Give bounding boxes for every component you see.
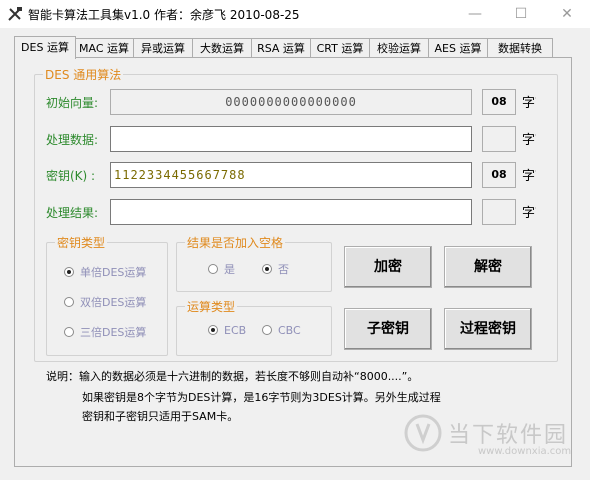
close-button[interactable]: ✕ xyxy=(544,0,590,28)
minimize-button[interactable]: — xyxy=(452,0,498,28)
radio-dot-icon xyxy=(64,267,74,277)
tab-rsa[interactable]: RSA 运算 xyxy=(251,38,311,58)
key-type-single-radio[interactable]: 单倍DES运算 xyxy=(64,264,146,280)
key-unit: 字节 xyxy=(522,169,536,184)
iv-length: 08 xyxy=(482,89,516,115)
key-length: 08 xyxy=(482,162,516,188)
radio-dot-icon xyxy=(208,264,218,274)
watermark-logo-icon xyxy=(404,414,442,452)
app-icon xyxy=(8,7,22,21)
note-line-2: 如果密钥是8个字节为DES计算，是16字节则为3DES计算。另外生成过程 xyxy=(82,391,441,404)
tab-des[interactable]: DES 运算 xyxy=(14,36,76,59)
algo-type-group: 运算类型 xyxy=(176,298,332,356)
iv-field[interactable]: 0000000000000000 xyxy=(110,89,472,115)
des-group-title: DES 通用算法 xyxy=(43,66,124,83)
tab-xor[interactable]: 异或运算 xyxy=(133,38,193,58)
result-label: 处理结果: xyxy=(46,206,99,220)
data-input[interactable] xyxy=(110,126,472,152)
algo-cbc-radio[interactable]: CBC xyxy=(262,324,301,337)
maximize-button[interactable]: ☐ xyxy=(498,0,544,28)
result-unit: 字节 xyxy=(522,206,536,221)
result-field[interactable] xyxy=(110,199,472,225)
radio-dot-icon xyxy=(64,327,74,337)
space-option-group: 结果是否加入空格 xyxy=(176,234,332,292)
radio-dot-icon xyxy=(262,264,272,274)
data-label: 处理数据: xyxy=(46,133,99,147)
radio-dot-icon xyxy=(208,325,218,335)
key-input[interactable]: 1122334455667788 xyxy=(110,162,472,188)
note-line-1: 说明：输入的数据必须是十六进制的数据，若长度不够则自动补“8000....”。 xyxy=(46,370,419,383)
note-line-3: 密钥和子密钥只适用于SAM卡。 xyxy=(82,410,239,423)
watermark-text: 当下软件园 xyxy=(448,423,569,448)
data-unit: 字节 xyxy=(522,133,536,148)
key-type-title: 密钥类型 xyxy=(55,234,108,251)
tab-bignum[interactable]: 大数运算 xyxy=(192,38,252,58)
tab-crt[interactable]: CRT 运算 xyxy=(310,38,370,58)
process-key-button[interactable]: 过程密钥 xyxy=(444,308,532,350)
encrypt-button[interactable]: 加密 xyxy=(344,246,432,288)
space-yes-radio[interactable]: 是 xyxy=(208,261,235,277)
radio-dot-icon xyxy=(64,297,74,307)
window-title: 智能卡算法工具集v1.0 作者：余彦飞 2010-08-25 xyxy=(28,8,300,22)
iv-unit: 字节 xyxy=(522,96,536,111)
radio-dot-icon xyxy=(262,325,272,335)
subkey-button[interactable]: 子密钥 xyxy=(344,308,432,350)
space-option-title: 结果是否加入空格 xyxy=(185,234,286,251)
algo-type-title: 运算类型 xyxy=(185,298,238,315)
watermark-url: www.downxia.com xyxy=(478,446,572,457)
data-length xyxy=(482,126,516,152)
tab-mac[interactable]: MAC 运算 xyxy=(74,38,134,58)
tab-aes[interactable]: AES 运算 xyxy=(428,38,488,58)
title-bar: 智能卡算法工具集v1.0 作者：余彦飞 2010-08-25 — ☐ ✕ xyxy=(0,0,590,29)
key-type-double-radio[interactable]: 双倍DES运算 xyxy=(64,294,146,310)
space-no-radio[interactable]: 否 xyxy=(262,261,289,277)
key-type-triple-radio[interactable]: 三倍DES运算 xyxy=(64,324,146,340)
result-length xyxy=(482,199,516,225)
decrypt-button[interactable]: 解密 xyxy=(444,246,532,288)
key-label: 密钥(K) : xyxy=(46,169,96,183)
iv-label: 初始向量: xyxy=(46,96,99,110)
tab-data-convert[interactable]: 数据转换 xyxy=(487,38,553,58)
tab-checksum[interactable]: 校验运算 xyxy=(369,38,429,58)
algo-ecb-radio[interactable]: ECB xyxy=(208,324,246,337)
